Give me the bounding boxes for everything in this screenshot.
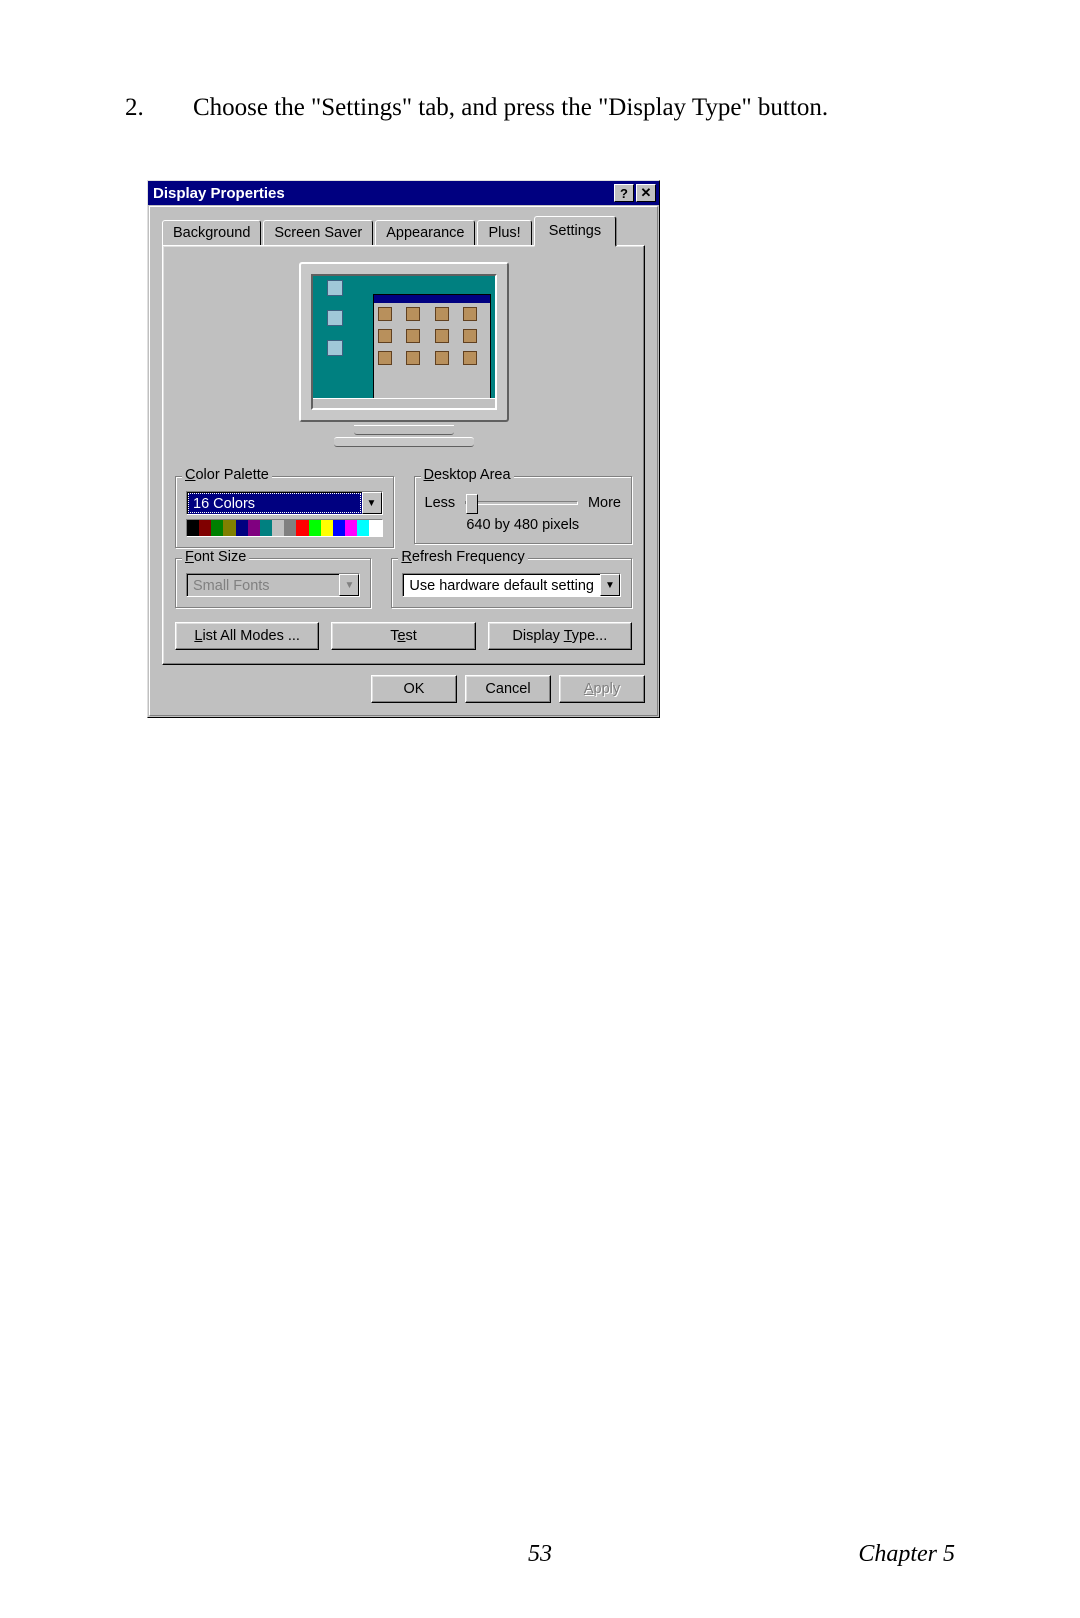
- font-size-value: Small Fonts: [188, 575, 338, 595]
- color-swatch: [357, 520, 369, 536]
- title-bar[interactable]: Display Properties ? ✕: [148, 181, 659, 205]
- color-swatch: [248, 520, 260, 536]
- color-swatch: [333, 520, 345, 536]
- help-icon: ?: [620, 186, 628, 201]
- refresh-frequency-dropdown[interactable]: Use hardware default setting ▼: [402, 573, 621, 597]
- test-button[interactable]: Test: [331, 622, 475, 650]
- color-swatch: [223, 520, 235, 536]
- color-swatch: [260, 520, 272, 536]
- slider-thumb[interactable]: [466, 494, 478, 514]
- dialog-footer: OK Cancel Apply: [162, 675, 645, 703]
- close-icon: ✕: [641, 185, 652, 201]
- slider-less-label: Less: [425, 495, 456, 511]
- dialog-body: Background Screen Saver Appearance Plus!…: [149, 206, 658, 716]
- refresh-frequency-value: Use hardware default setting: [404, 575, 599, 595]
- slider-more-label: More: [588, 495, 621, 511]
- cancel-button[interactable]: Cancel: [465, 675, 551, 703]
- desktop-area-group: Desktop Area Less More 640 by 480 pixels: [414, 476, 633, 544]
- resolution-slider[interactable]: [465, 501, 578, 505]
- step-text: Choose the "Settings" tab, and press the…: [193, 90, 955, 125]
- color-swatch: [296, 520, 308, 536]
- monitor-screen: [311, 274, 497, 410]
- tab-settings[interactable]: Settings: [534, 216, 616, 247]
- chevron-down-icon[interactable]: ▼: [362, 492, 382, 514]
- monitor-bezel: [299, 262, 509, 422]
- refresh-frequency-legend: Refresh Frequency: [398, 549, 527, 565]
- font-size-dropdown: Small Fonts ▼: [186, 573, 360, 597]
- color-swatch: [369, 520, 381, 536]
- desktop-area-legend: Desktop Area: [421, 467, 514, 483]
- close-button[interactable]: ✕: [636, 184, 656, 202]
- page-footer: 53 Chapter 5: [125, 1541, 955, 1568]
- chevron-down-icon[interactable]: ▼: [600, 574, 620, 596]
- color-swatch: [236, 520, 248, 536]
- instruction-step: 2. Choose the "Settings" tab, and press …: [125, 90, 955, 125]
- monitor-base: [334, 437, 474, 447]
- tab-appearance[interactable]: Appearance: [375, 220, 475, 245]
- color-swatch: [321, 520, 333, 536]
- chevron-down-icon: ▼: [339, 574, 359, 596]
- window-preview: [373, 294, 491, 406]
- color-swatch: [199, 520, 211, 536]
- taskbar-preview: [313, 398, 495, 408]
- font-size-group: Font Size Small Fonts ▼: [175, 558, 371, 608]
- color-swatch: [284, 520, 296, 536]
- font-size-legend: Font Size: [182, 549, 249, 565]
- list-all-modes-button[interactable]: List All Modes ...: [175, 622, 319, 650]
- tab-row: Background Screen Saver Appearance Plus!…: [162, 217, 645, 245]
- window-title: Display Properties: [153, 185, 612, 202]
- step-number: 2.: [125, 90, 193, 125]
- document-page: 2. Choose the "Settings" tab, and press …: [0, 0, 1080, 1618]
- settings-tab-pane: Color Palette 16 Colors ▼ Desktop Area: [162, 245, 645, 665]
- color-palette-group: Color Palette 16 Colors ▼: [175, 476, 394, 548]
- color-swatch-bar: [186, 519, 383, 537]
- monitor-stand: [354, 425, 454, 435]
- color-swatch: [187, 520, 199, 536]
- ok-button[interactable]: OK: [371, 675, 457, 703]
- color-palette-legend: Color Palette: [182, 467, 272, 483]
- tab-plus[interactable]: Plus!: [477, 220, 531, 245]
- tab-screen-saver[interactable]: Screen Saver: [263, 220, 373, 245]
- display-properties-dialog: Display Properties ? ✕ Background Screen…: [147, 180, 660, 718]
- tab-background[interactable]: Background: [162, 220, 261, 245]
- refresh-frequency-group: Refresh Frequency Use hardware default s…: [391, 558, 632, 608]
- monitor-preview: [294, 262, 514, 452]
- display-type-button[interactable]: Display Type...: [488, 622, 632, 650]
- color-swatch: [309, 520, 321, 536]
- chapter-label: Chapter 5: [858, 1541, 955, 1568]
- resolution-label: 640 by 480 pixels: [425, 517, 622, 533]
- color-swatch: [272, 520, 284, 536]
- color-palette-value: 16 Colors: [188, 493, 361, 513]
- color-swatch: [211, 520, 223, 536]
- page-number: 53: [528, 1541, 552, 1568]
- apply-button: Apply: [559, 675, 645, 703]
- color-swatch: [345, 520, 357, 536]
- help-button[interactable]: ?: [614, 184, 634, 202]
- desktop-icons-preview: [317, 280, 362, 370]
- color-palette-dropdown[interactable]: 16 Colors ▼: [186, 491, 383, 515]
